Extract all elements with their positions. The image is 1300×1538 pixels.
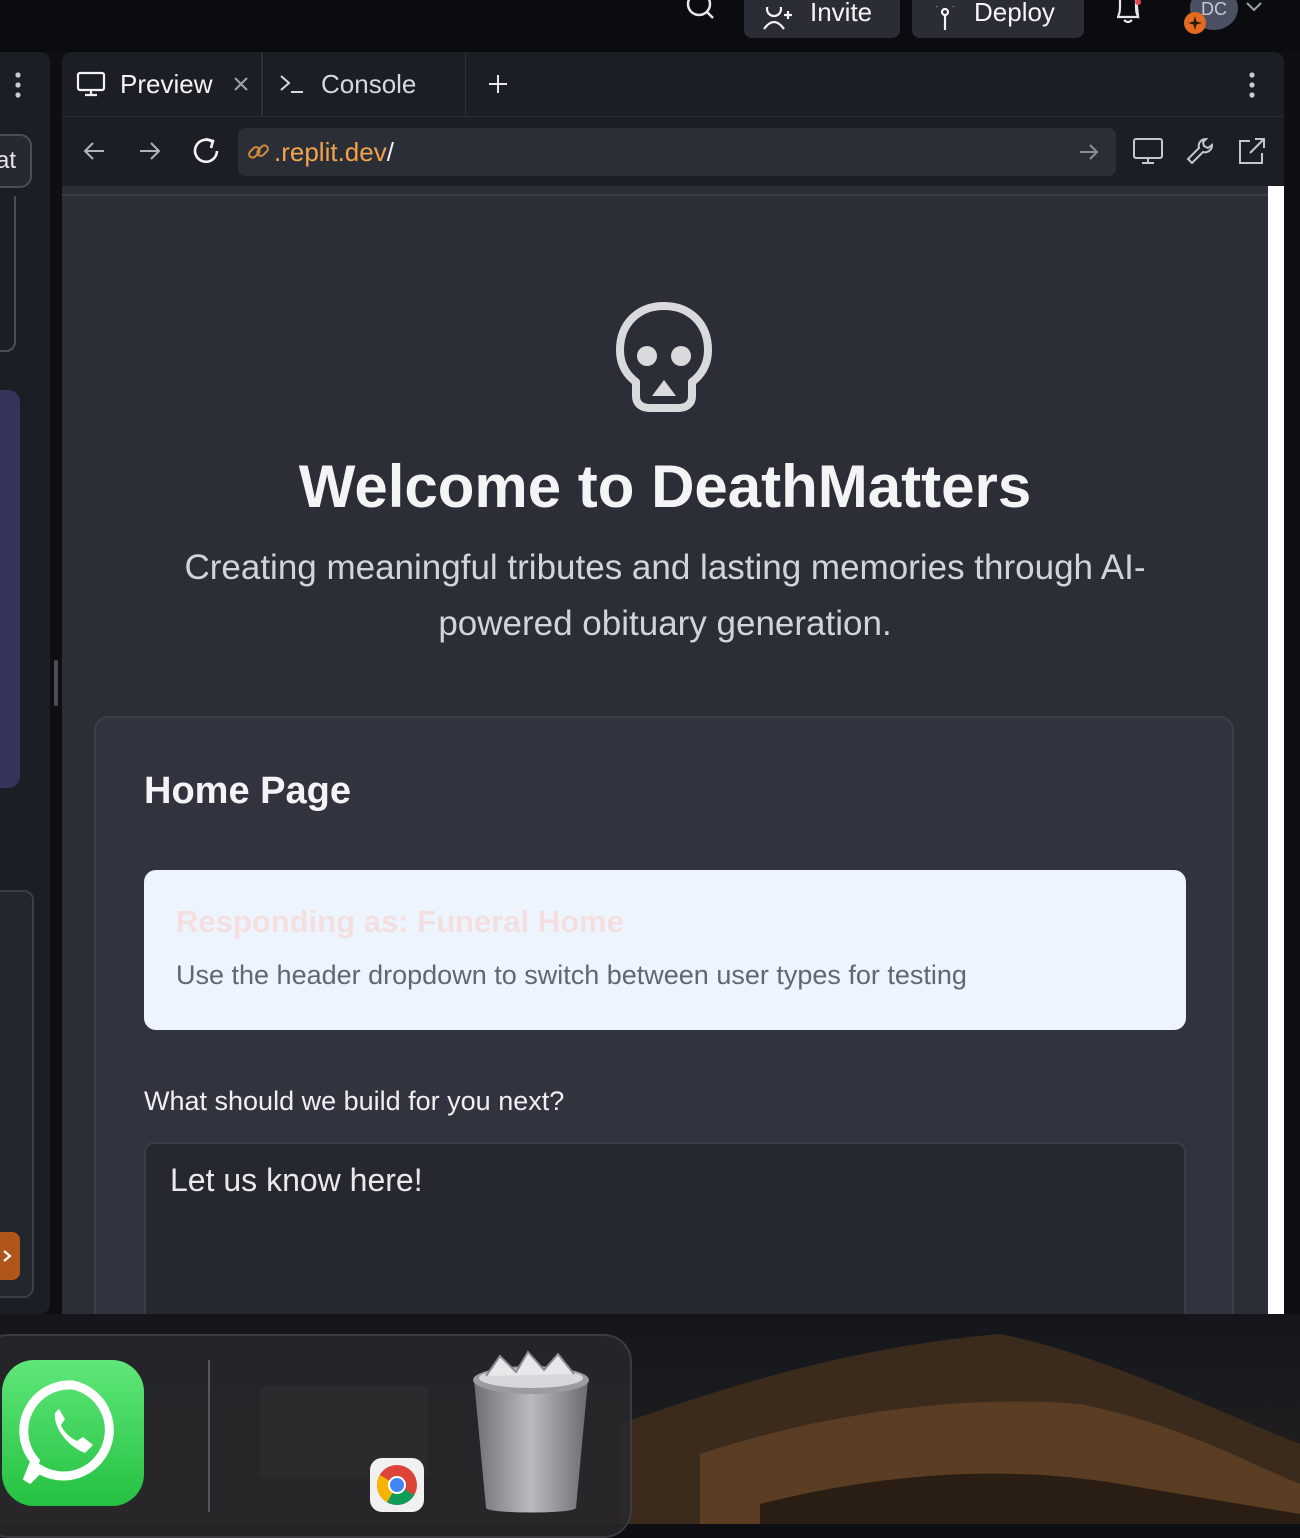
page-top-border — [62, 194, 1268, 196]
notice-body: Use the header dropdown to switch betwee… — [176, 960, 967, 990]
search-icon[interactable] — [684, 0, 716, 22]
feedback-textarea[interactable]: Let us know here! — [144, 1142, 1186, 1314]
terminal-icon — [279, 73, 305, 95]
reload-icon[interactable] — [190, 136, 222, 166]
trash-icon[interactable] — [466, 1344, 596, 1516]
dock-divider — [208, 1360, 210, 1512]
preview-window: Preview Console .replit.dev / Welcome to… — [62, 52, 1284, 1314]
wrench-icon[interactable] — [1184, 136, 1216, 166]
resize-handle[interactable] — [54, 660, 58, 706]
avatar-initials: DC — [1201, 0, 1227, 19]
page-viewport: Welcome to DeathMatters Creating meaning… — [62, 186, 1268, 1314]
avatar-badge-icon — [1184, 12, 1206, 34]
top-bar: Invite Deploy DC — [0, 0, 1300, 52]
deploy-button[interactable]: Deploy — [912, 0, 1084, 38]
dock — [0, 1334, 632, 1538]
left-panel: at — [0, 52, 50, 1314]
close-icon[interactable] — [233, 76, 249, 92]
tab-preview-label: Preview — [120, 68, 213, 99]
invite-button[interactable]: Invite — [744, 0, 900, 38]
tab-console[interactable]: Console — [262, 52, 466, 116]
chat-button[interactable]: at — [0, 134, 32, 188]
page-subtitle: Creating meaningful tributes and lasting… — [184, 548, 1146, 643]
chat-button-label: at — [0, 147, 16, 174]
chevron-down-icon[interactable] — [1244, 0, 1264, 14]
user-type-notice: Responding as: Funeral Home Use the head… — [144, 870, 1186, 1030]
skull-icon — [612, 300, 716, 416]
url-bar[interactable]: .replit.dev / — [238, 128, 1116, 176]
left-panel-box — [0, 196, 16, 352]
notice-title: Responding as: Funeral Home — [176, 904, 624, 939]
invite-label: Invite — [810, 0, 873, 27]
more-vertical-icon[interactable] — [1242, 70, 1262, 100]
send-button[interactable] — [0, 1232, 20, 1280]
external-link-icon[interactable] — [1236, 136, 1268, 166]
deploy-icon — [930, 6, 960, 32]
textarea-placeholder: Let us know here! — [170, 1162, 423, 1198]
add-tab-icon[interactable] — [486, 72, 510, 96]
left-panel-highlight — [0, 390, 20, 788]
bell-icon[interactable] — [1112, 0, 1144, 24]
more-vertical-icon[interactable] — [8, 70, 28, 100]
url-path: / — [386, 136, 394, 167]
whatsapp-icon[interactable] — [2, 1360, 144, 1506]
page-title: Welcome to DeathMatters — [298, 453, 1032, 520]
url-host: .replit.dev — [274, 136, 387, 167]
monitor-icon — [76, 71, 106, 97]
question-label: What should we build for you next? — [144, 1086, 565, 1116]
back-arrow-icon[interactable] — [82, 140, 106, 162]
forward-arrow-icon[interactable] — [138, 140, 162, 162]
page-scrollbar[interactable] — [1268, 186, 1284, 1314]
tab-console-label: Console — [321, 68, 417, 99]
go-arrow-icon[interactable] — [1078, 142, 1100, 162]
home-card: Home Page Responding as: Funeral Home Us… — [94, 716, 1234, 1314]
send-icon — [2, 1249, 12, 1263]
deploy-label: Deploy — [974, 0, 1055, 27]
tab-preview[interactable]: Preview — [62, 52, 262, 116]
add-user-icon — [762, 7, 796, 31]
tab-bar: Preview Console — [62, 52, 1284, 117]
card-heading: Home Page — [144, 770, 351, 812]
chrome-icon[interactable] — [370, 1458, 424, 1512]
device-monitor-icon[interactable] — [1132, 136, 1164, 166]
link-icon — [246, 139, 272, 165]
